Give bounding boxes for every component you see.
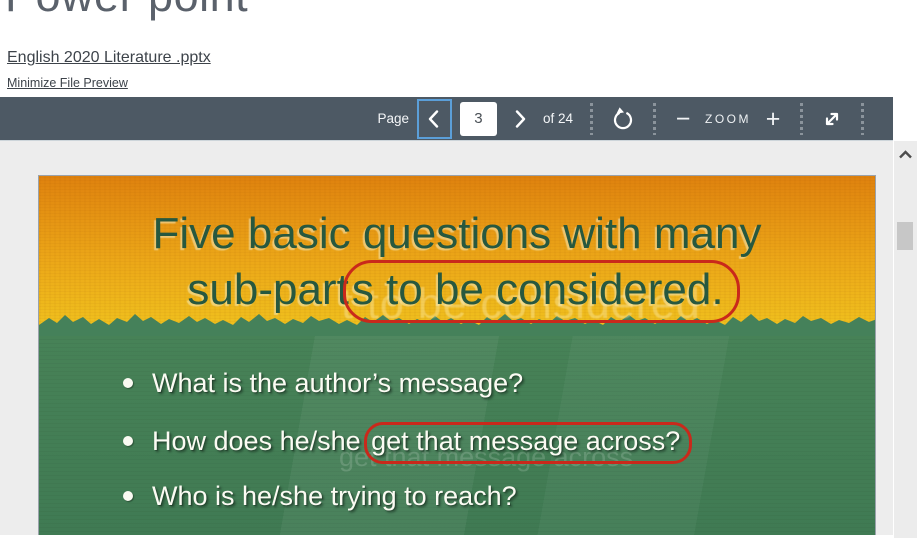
chevron-up-icon bbox=[899, 149, 912, 158]
zoom-out-button[interactable]: − bbox=[673, 104, 693, 134]
annotation-oval: s to be considered. bbox=[342, 260, 740, 323]
scrollbar-thumb[interactable] bbox=[897, 222, 913, 250]
page-number-input[interactable] bbox=[459, 101, 497, 136]
slide-title-line2: sub-parts to be considered. bbox=[39, 260, 875, 323]
chevron-right-icon bbox=[515, 109, 526, 128]
page: Power point English 2020 Literature .ppt… bbox=[0, 0, 917, 538]
prev-page-button[interactable] bbox=[416, 98, 452, 139]
page-label: Page bbox=[377, 111, 409, 126]
zoom-in-icon: + bbox=[765, 104, 781, 133]
slide-bullet: How does he/she get that message across? bbox=[123, 422, 693, 464]
vertical-scrollbar[interactable] bbox=[893, 141, 917, 538]
toolbar-divider bbox=[590, 102, 593, 135]
slide-bullet: Who is he/she trying to reach? bbox=[123, 479, 517, 513]
next-page-button[interactable] bbox=[507, 99, 533, 139]
rotate-button[interactable] bbox=[610, 106, 636, 132]
preview-toolbar: Page of 24 − ZOOM + bbox=[0, 97, 893, 141]
page-total-label: of 24 bbox=[542, 111, 573, 126]
page-title: Power point bbox=[5, 0, 248, 18]
zoom-in-button[interactable]: + bbox=[763, 104, 783, 134]
expand-icon bbox=[825, 112, 839, 125]
minimize-preview-link[interactable]: Minimize File Preview bbox=[7, 76, 128, 90]
document-preview: t to be considered get that message acro… bbox=[0, 141, 893, 535]
bullet-dot-icon bbox=[123, 436, 133, 446]
file-link[interactable]: English 2020 Literature .pptx bbox=[7, 49, 211, 67]
fullscreen-button[interactable] bbox=[820, 107, 844, 131]
bullet-dot-icon bbox=[123, 378, 133, 388]
annotation-box: get that message across? bbox=[364, 422, 693, 464]
chevron-left-icon bbox=[429, 109, 439, 128]
slide-title-line1: Five basic questions with many bbox=[152, 209, 762, 258]
zoom-out-icon: − bbox=[675, 104, 691, 133]
toolbar-divider bbox=[653, 102, 656, 135]
slide-page: t to be considered get that message acro… bbox=[38, 175, 876, 535]
zoom-label: ZOOM bbox=[705, 111, 751, 126]
rotate-icon bbox=[613, 106, 633, 129]
scroll-up-button[interactable] bbox=[894, 145, 917, 163]
slide-title: Five basic questions with many sub-parts… bbox=[39, 206, 875, 323]
slide-bullet: What is the author’s message? bbox=[123, 366, 523, 400]
toolbar-divider bbox=[861, 102, 864, 135]
bullet-dot-icon bbox=[123, 491, 133, 501]
toolbar-divider bbox=[800, 102, 803, 135]
